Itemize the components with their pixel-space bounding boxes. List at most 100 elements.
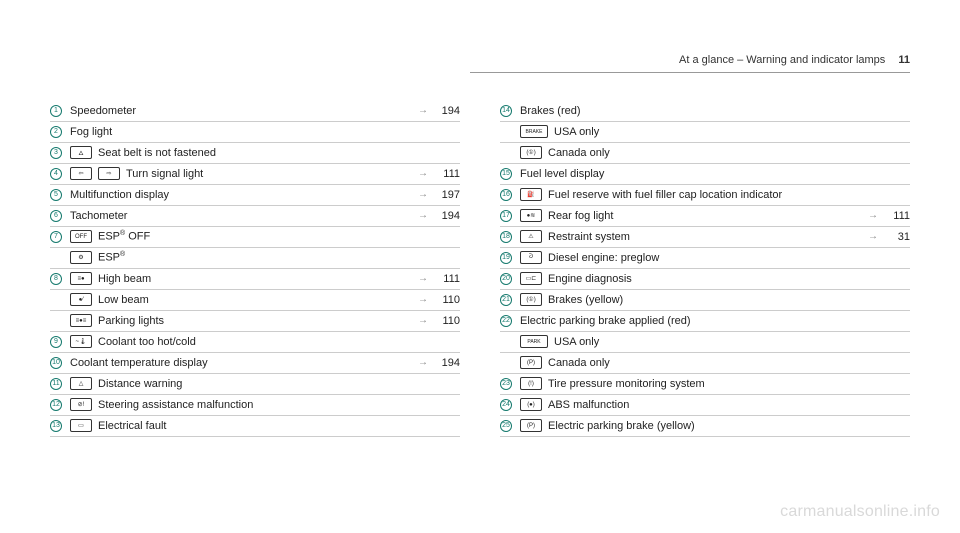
list-item: 25(P)Electric parking brake (yellow) — [500, 415, 910, 436]
item-label: Steering assistance malfunction — [98, 399, 460, 411]
page-arrow-icon: → — [418, 189, 428, 200]
list-item: 19ᘒDiesel engine: preglow — [500, 247, 910, 268]
list-item: 5Multifunction display→197 — [50, 184, 460, 205]
item-label: High beam — [98, 273, 412, 285]
item-label: Fuel level display — [520, 168, 910, 180]
item-label: Canada only — [548, 147, 910, 159]
list-item: 10Coolant temperature display→194 — [50, 352, 460, 373]
battery-icon: ▭ — [70, 419, 92, 432]
list-item: 18⚠Restraint system→31 — [500, 226, 910, 247]
item-number: 8 — [50, 273, 62, 285]
page-ref: 110 — [432, 315, 460, 327]
list-item: BRAKEUSA only — [500, 121, 910, 142]
item-number: 2 — [50, 126, 62, 138]
page-ref: 111 — [432, 168, 460, 180]
abs-icon: (●) — [520, 398, 542, 411]
page-ref: 110 — [432, 294, 460, 306]
item-number: 6 — [50, 210, 62, 222]
list-item: (P) Canada only — [500, 352, 910, 373]
watermark: carmanualsonline.info — [780, 503, 940, 521]
turn-r-icon: ⇨ — [98, 167, 120, 180]
list-item: 3🜂Seat belt is not fastened — [50, 142, 460, 163]
page-arrow-icon: → — [418, 273, 428, 284]
item-number: 22 — [500, 315, 512, 327]
list-item: 24(●)ABS malfunction — [500, 394, 910, 415]
item-number: 12 — [50, 399, 62, 411]
content-columns: 1Speedometer→1942Fog light3🜂Seat belt is… — [50, 100, 910, 436]
item-number: 20 — [500, 273, 512, 285]
brake-can-icon: (①) — [520, 146, 542, 159]
list-item: ⚙ ESP® — [50, 247, 460, 268]
item-label: Coolant too hot/cold — [98, 336, 460, 348]
list-item: ≡●≡Parking lights→110 — [50, 310, 460, 331]
esp-icon: ⚙ — [70, 251, 92, 264]
item-label: Fuel reserve with fuel filler cap locati… — [548, 189, 910, 201]
page-arrow-icon: → — [418, 294, 428, 305]
item-label: Electric parking brake (yellow) — [548, 420, 910, 432]
list-item: 22 Electric parking brake applied (red) — [500, 310, 910, 331]
item-number: 7 — [50, 231, 62, 243]
item-label: Tachometer — [70, 210, 412, 222]
park-usa-icon: PARK — [520, 335, 548, 348]
list-item: 14 Brakes (red) — [500, 100, 910, 121]
list-item: 6 Tachometer → 194 — [50, 205, 460, 226]
item-number: 16 — [500, 189, 512, 201]
coolant-icon: ~🌡 — [70, 335, 92, 348]
page-ref: 194 — [432, 210, 460, 222]
list-item: 8≡●High beam→111 — [50, 268, 460, 289]
esp-off-icon: OFF — [70, 230, 92, 243]
item-number: 11 — [50, 378, 62, 390]
list-item: 21(①)Brakes (yellow) — [500, 289, 910, 310]
list-item: ●⁄Low beam→110 — [50, 289, 460, 310]
item-number: 21 — [500, 294, 512, 306]
park-can-icon: (P) — [520, 356, 542, 369]
page-ref: 194 — [432, 105, 460, 117]
turn-l-icon: ⇦ — [70, 167, 92, 180]
item-number: 5 — [50, 189, 62, 201]
item-label: Tire pressure monitoring system — [548, 378, 910, 390]
page-arrow-icon: → — [418, 210, 428, 221]
item-number: 4 — [50, 168, 62, 180]
list-item: 12⊘!Steering assistance malfunction — [50, 394, 460, 415]
item-label: Electric parking brake applied (red) — [520, 315, 910, 327]
list-item: 20▭⊏Engine diagnosis — [500, 268, 910, 289]
item-number: 15 — [500, 168, 512, 180]
list-item: 2Fog light — [50, 121, 460, 142]
item-label: Turn signal light — [126, 168, 412, 180]
item-label: Diesel engine: preglow — [548, 252, 910, 264]
page-arrow-icon: → — [868, 210, 878, 221]
list-item: 4⇦⇨Turn signal light→111 — [50, 163, 460, 184]
item-label: ABS malfunction — [548, 399, 910, 411]
item-number: 14 — [500, 105, 512, 117]
list-item: 15 Fuel level display — [500, 163, 910, 184]
item-label: ESP® — [98, 251, 460, 264]
item-number: 19 — [500, 252, 512, 264]
item-label: Multifunction display — [70, 189, 412, 201]
page-arrow-icon: → — [418, 315, 428, 326]
engine-icon: ▭⊏ — [520, 272, 542, 285]
list-item: PARKUSA only — [500, 331, 910, 352]
item-number: 1 — [50, 105, 62, 117]
item-number: 13 — [50, 420, 62, 432]
page-ref: 111 — [882, 210, 910, 222]
list-item: 13 ▭ Electrical fault — [50, 415, 460, 436]
item-label: Brakes (yellow) — [548, 294, 910, 306]
item-label: Parking lights — [98, 315, 412, 327]
item-number: 25 — [500, 420, 512, 432]
item-label: Canada only — [548, 357, 910, 369]
list-item: 7OFFESP® OFF — [50, 226, 460, 247]
item-number: 3 — [50, 147, 62, 159]
list-item: 17●≋Rear fog light→111 — [500, 205, 910, 226]
item-label: Brakes (red) — [520, 105, 910, 117]
rear-fog-icon: ●≋ — [520, 209, 542, 222]
item-label: Distance warning — [98, 378, 460, 390]
low-beam-icon: ●⁄ — [70, 293, 92, 306]
page-ref: 31 — [882, 231, 910, 243]
item-label: Electrical fault — [98, 420, 460, 432]
page-ref: 111 — [432, 273, 460, 285]
list-item: 23(!)Tire pressure monitoring system — [500, 373, 910, 394]
page-ref: 194 — [432, 357, 460, 369]
item-number: 9 — [50, 336, 62, 348]
page-arrow-icon: → — [868, 231, 878, 242]
list-item: 1Speedometer→194 — [50, 100, 460, 121]
